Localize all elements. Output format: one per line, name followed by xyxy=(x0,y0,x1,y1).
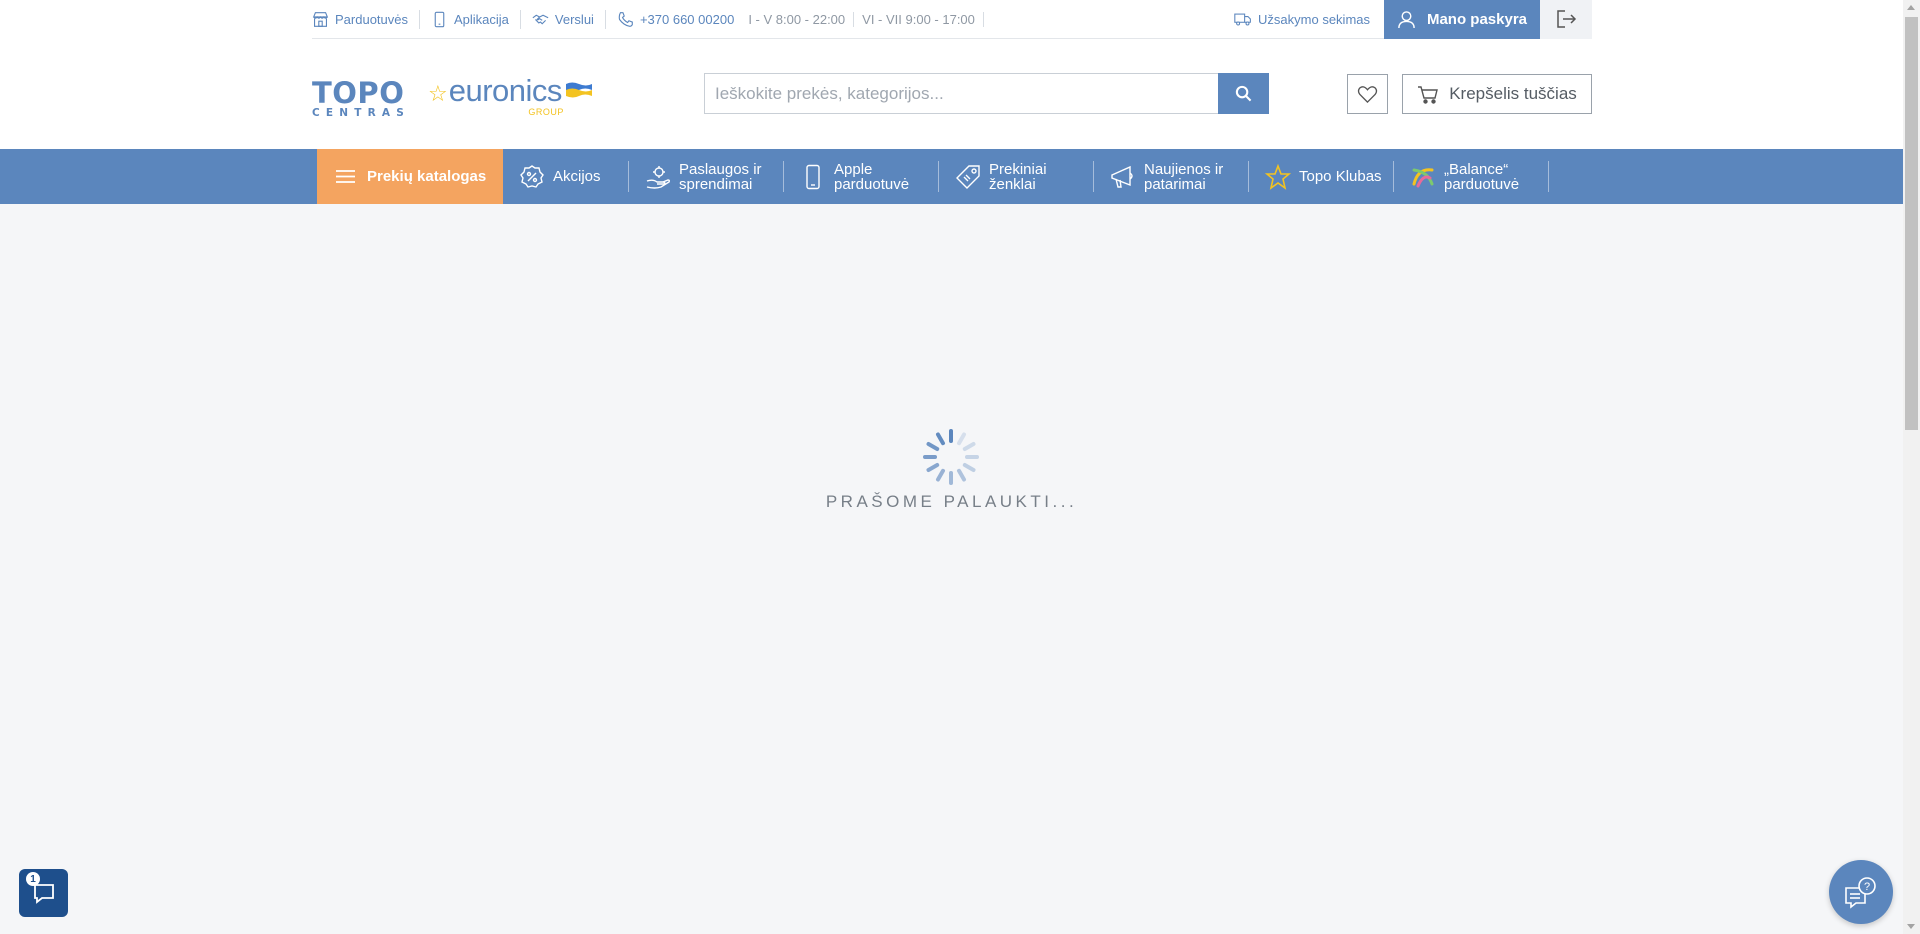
search-bar xyxy=(704,73,1269,114)
hamburger-icon xyxy=(336,170,355,183)
nav-item-brands[interactable]: Prekiniai ženklai xyxy=(939,149,1094,204)
nav-item-label: Topo Klubas xyxy=(1299,168,1382,185)
chat-notification-badge: 1 xyxy=(26,872,40,886)
nav-item-label: Apple parduotuvė xyxy=(834,160,910,193)
catalog-button[interactable]: Prekių katalogas xyxy=(317,149,503,204)
nav-item-label: Paslaugos ir sprendimai xyxy=(679,160,762,193)
stores-link-label: Parduotuvės xyxy=(335,11,408,27)
nav-item-topo-club[interactable]: Topo Klubas xyxy=(1249,149,1394,204)
site-header: TOPO CENTRAS ☆ euronicsGROUP Krepšelis t… xyxy=(0,39,1903,149)
nav-item-label: Akcijos xyxy=(553,168,601,185)
nav-item-akcijos[interactable]: Akcijos xyxy=(503,149,629,204)
cart-button[interactable]: Krepšelis tuščias xyxy=(1402,74,1592,114)
hours-weekend: VI - VII 9:00 - 17:00 xyxy=(854,11,984,27)
svg-text:?: ? xyxy=(1864,881,1870,893)
scrollbar-thumb[interactable] xyxy=(1905,17,1918,430)
loading-text: PRAŠOME PALAUKTI... xyxy=(825,492,1078,511)
service-hand-icon xyxy=(646,165,671,189)
tag-icon xyxy=(956,164,980,189)
euronics-group-text: GROUP xyxy=(528,107,564,117)
cart-label: Krepšelis tuščias xyxy=(1449,84,1577,103)
wishlist-button[interactable] xyxy=(1347,74,1388,114)
topbar: Parduotuvės Aplikacija Verslui +370 660 … xyxy=(312,0,1592,39)
discount-badge-icon xyxy=(520,164,544,188)
business-link[interactable]: Verslui xyxy=(521,9,606,29)
nav-item-news[interactable]: Naujienos ir patarimai xyxy=(1094,149,1249,204)
nav-item-balance-store[interactable]: „Balance“ parduotuvė xyxy=(1394,149,1549,204)
phone-contact[interactable]: +370 660 00200 xyxy=(606,10,740,29)
scroll-down-arrow-icon[interactable] xyxy=(1907,924,1915,929)
page-scrollbar[interactable] xyxy=(1903,0,1920,934)
nav-item-label: Prekiniai ženklai xyxy=(989,160,1047,193)
logo-topo-text: TOPO xyxy=(312,76,405,110)
nav-item-label: Naujienos ir patarimai xyxy=(1144,160,1224,193)
app-link[interactable]: Aplikacija xyxy=(420,9,521,29)
nav-item-apple-store[interactable]: Apple parduotuvė xyxy=(784,149,939,204)
logout-icon xyxy=(1557,10,1577,28)
phone-app-icon xyxy=(434,11,445,27)
star-icon xyxy=(1265,163,1291,190)
scroll-up-arrow-icon[interactable] xyxy=(1907,5,1915,10)
order-tracking-label: Užsakymo sekimas xyxy=(1258,11,1370,27)
catalog-label: Prekių katalogas xyxy=(367,168,487,185)
handshake-icon xyxy=(532,14,549,25)
hours-weekdays: I - V 8:00 - 22:00 xyxy=(740,11,855,27)
topo-centras-logo: TOPO CENTRAS xyxy=(312,79,410,119)
heart-icon xyxy=(1357,85,1378,103)
balance-logo-icon xyxy=(1412,167,1434,187)
smartphone-icon xyxy=(806,164,820,189)
site-logo[interactable]: TOPO CENTRAS ☆ euronics GROUP xyxy=(312,75,592,119)
nav-item-services[interactable]: Paslaugos ir sprendimai xyxy=(629,149,784,204)
logout-button[interactable] xyxy=(1540,0,1592,39)
cart-icon xyxy=(1418,85,1439,104)
loading-spinner-icon xyxy=(923,429,979,485)
euronics-text: euronics GROUP xyxy=(448,73,564,117)
business-link-label: Verslui xyxy=(554,11,594,27)
phone-icon xyxy=(618,11,633,27)
search-button[interactable] xyxy=(1218,73,1269,114)
stores-link[interactable]: Parduotuvės xyxy=(312,9,420,29)
search-input[interactable] xyxy=(704,73,1218,114)
euronics-star-icon: ☆ xyxy=(428,81,448,106)
store-icon xyxy=(312,11,329,27)
app-link-label: Aplikacija xyxy=(454,11,509,27)
help-chat-button[interactable]: ? xyxy=(1829,860,1893,924)
order-tracking-link[interactable]: Užsakymo sekimas xyxy=(1234,11,1370,27)
my-account-button[interactable]: Mano paskyra xyxy=(1384,0,1540,39)
logo-centras-text: CENTRAS xyxy=(312,107,411,119)
my-account-label: Mano paskyra xyxy=(1426,10,1528,28)
nav-item-label: „Balance“ parduotuvė xyxy=(1444,160,1520,193)
main-nav: Prekių katalogas Akcijos Paslaugos ir sp… xyxy=(0,149,1903,204)
user-icon xyxy=(1398,10,1415,28)
ukraine-flag-icon xyxy=(565,82,592,98)
search-icon xyxy=(1235,85,1252,102)
main-nav-inner: Prekių katalogas Akcijos Paslaugos ir sp… xyxy=(317,149,1549,204)
megaphone-icon xyxy=(1111,165,1133,188)
euronics-wordmark: euronics xyxy=(448,73,563,108)
help-chat-icon: ? xyxy=(1845,877,1876,909)
truck-icon xyxy=(1234,13,1251,26)
phone-number: +370 660 00200 xyxy=(639,11,735,27)
chat-widget-button[interactable]: 1 xyxy=(19,869,68,917)
euronics-logo: ☆ euronics GROUP xyxy=(428,73,592,117)
topbar-right: Užsakymo sekimas Mano paskyra xyxy=(1234,0,1592,39)
